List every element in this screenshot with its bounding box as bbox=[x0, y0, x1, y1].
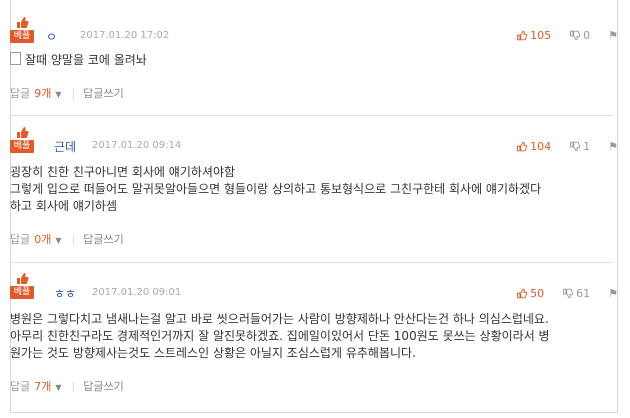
comment-line: 잘때 양말을 코에 올려놔 bbox=[25, 53, 147, 67]
best-badge: 베플 bbox=[10, 126, 34, 153]
upvote-count: 50 bbox=[530, 287, 545, 300]
reply-count: 0개 bbox=[34, 233, 52, 246]
comment-line: 병원은 그렇다치고 냄새나는걸 알고 바로 씻으러들어가는 사람이 방향제하나 … bbox=[10, 312, 549, 326]
comment-text: 굉장히 친한 친구아니면 회사에 얘기하셔야함 그렇게 입으로 떠들어도 말귀못… bbox=[10, 164, 541, 215]
comment-author[interactable]: 근데 bbox=[54, 138, 76, 155]
write-reply-button[interactable]: 답글쓰기 bbox=[83, 378, 123, 394]
vote-group: 105 0 ⚑ bbox=[516, 29, 618, 42]
thumb-up-icon bbox=[517, 288, 528, 299]
write-reply-button[interactable]: 답글쓰기 bbox=[83, 85, 123, 101]
report-icon[interactable]: ⚑ bbox=[608, 140, 618, 153]
write-reply-button[interactable]: 답글쓰기 bbox=[83, 231, 123, 247]
reply-toggle[interactable]: 답글 7개 ▼ bbox=[10, 378, 62, 394]
thumb-down-icon bbox=[570, 141, 581, 152]
chevron-down-icon: ▼ bbox=[55, 383, 62, 392]
comment-line: 아무리 친한친구라도 경제적인거까지 잘 알진못하겠죠. 집에일이있어서 단돈 … bbox=[10, 329, 550, 343]
thumb-up-icon bbox=[517, 30, 528, 41]
upvote-button[interactable]: 105 bbox=[516, 29, 551, 42]
best-badge: 베플 bbox=[10, 16, 34, 43]
comment-line: 하고 회사에 얘기하셈 bbox=[10, 199, 117, 213]
comment-date: 2017.01.20 17:02 bbox=[80, 30, 170, 41]
upvote-button[interactable]: 50 bbox=[516, 287, 544, 300]
best-label: 베플 bbox=[10, 140, 34, 153]
thumb-down-icon bbox=[563, 288, 574, 299]
upvote-count: 104 bbox=[530, 140, 552, 153]
upvote-button[interactable]: 104 bbox=[516, 140, 551, 153]
reply-toggle[interactable]: 답글 9개 ▼ bbox=[10, 85, 62, 101]
reply-bar: 답글 9개 ▼ | 답글쓰기 bbox=[10, 85, 124, 101]
comment-author[interactable]: ㅇ bbox=[46, 28, 57, 45]
vote-group: 104 1 ⚑ bbox=[516, 140, 618, 153]
downvote-count: 61 bbox=[576, 287, 591, 300]
downvote-button[interactable]: 1 bbox=[569, 140, 590, 153]
comment-date: 2017.01.20 09:14 bbox=[92, 140, 182, 151]
thumb-up-icon bbox=[517, 141, 528, 152]
best-thumb-icon bbox=[17, 17, 29, 28]
comment-line: 굉장히 친한 친구아니면 회사에 얘기하셔야함 bbox=[10, 165, 236, 179]
comment-author[interactable]: ㅎㅎ bbox=[54, 285, 76, 302]
document-icon bbox=[10, 52, 21, 65]
divider bbox=[10, 115, 614, 116]
best-thumb-icon bbox=[17, 273, 29, 284]
chevron-down-icon: ▼ bbox=[55, 236, 62, 245]
reply-toggle[interactable]: 답글 0개 ▼ bbox=[10, 231, 62, 247]
comment-line: 원가는 것도 방향제사는것도 스트레스인 상황은 아닐지 조심스럽게 유추해봅니… bbox=[10, 346, 416, 360]
downvote-count: 1 bbox=[583, 140, 591, 153]
best-badge: 베플 bbox=[10, 272, 34, 299]
reply-bar: 답글 7개 ▼ | 답글쓰기 bbox=[10, 378, 124, 394]
report-icon[interactable]: ⚑ bbox=[608, 287, 618, 300]
downvote-button[interactable]: 0 bbox=[569, 29, 590, 42]
upvote-count: 105 bbox=[530, 29, 552, 42]
downvote-button[interactable]: 61 bbox=[562, 287, 590, 300]
downvote-count: 0 bbox=[583, 29, 591, 42]
comment-date: 2017.01.20 09:01 bbox=[92, 287, 182, 298]
best-label: 베플 bbox=[10, 286, 34, 299]
reply-bar: 답글 0개 ▼ | 답글쓰기 bbox=[10, 231, 124, 247]
thumb-down-icon bbox=[570, 30, 581, 41]
best-label: 베플 bbox=[10, 30, 34, 43]
comment-line: 그렇게 입으로 떠들어도 말귀못알아들으면 형들이랑 상의하고 통보형식으로 그… bbox=[10, 182, 542, 196]
comment-text: 잘때 양말을 코에 올려놔 bbox=[10, 52, 147, 69]
chevron-down-icon: ▼ bbox=[55, 90, 62, 99]
vote-group: 50 61 ⚑ bbox=[516, 287, 618, 300]
reply-count: 7개 bbox=[34, 380, 52, 393]
reply-count: 9개 bbox=[34, 87, 52, 100]
best-thumb-icon bbox=[17, 127, 29, 138]
divider bbox=[10, 262, 614, 263]
report-icon[interactable]: ⚑ bbox=[608, 29, 618, 42]
comment-text: 병원은 그렇다치고 냄새나는걸 알고 바로 씻으러들어가는 사람이 방향제하나 … bbox=[10, 311, 550, 362]
